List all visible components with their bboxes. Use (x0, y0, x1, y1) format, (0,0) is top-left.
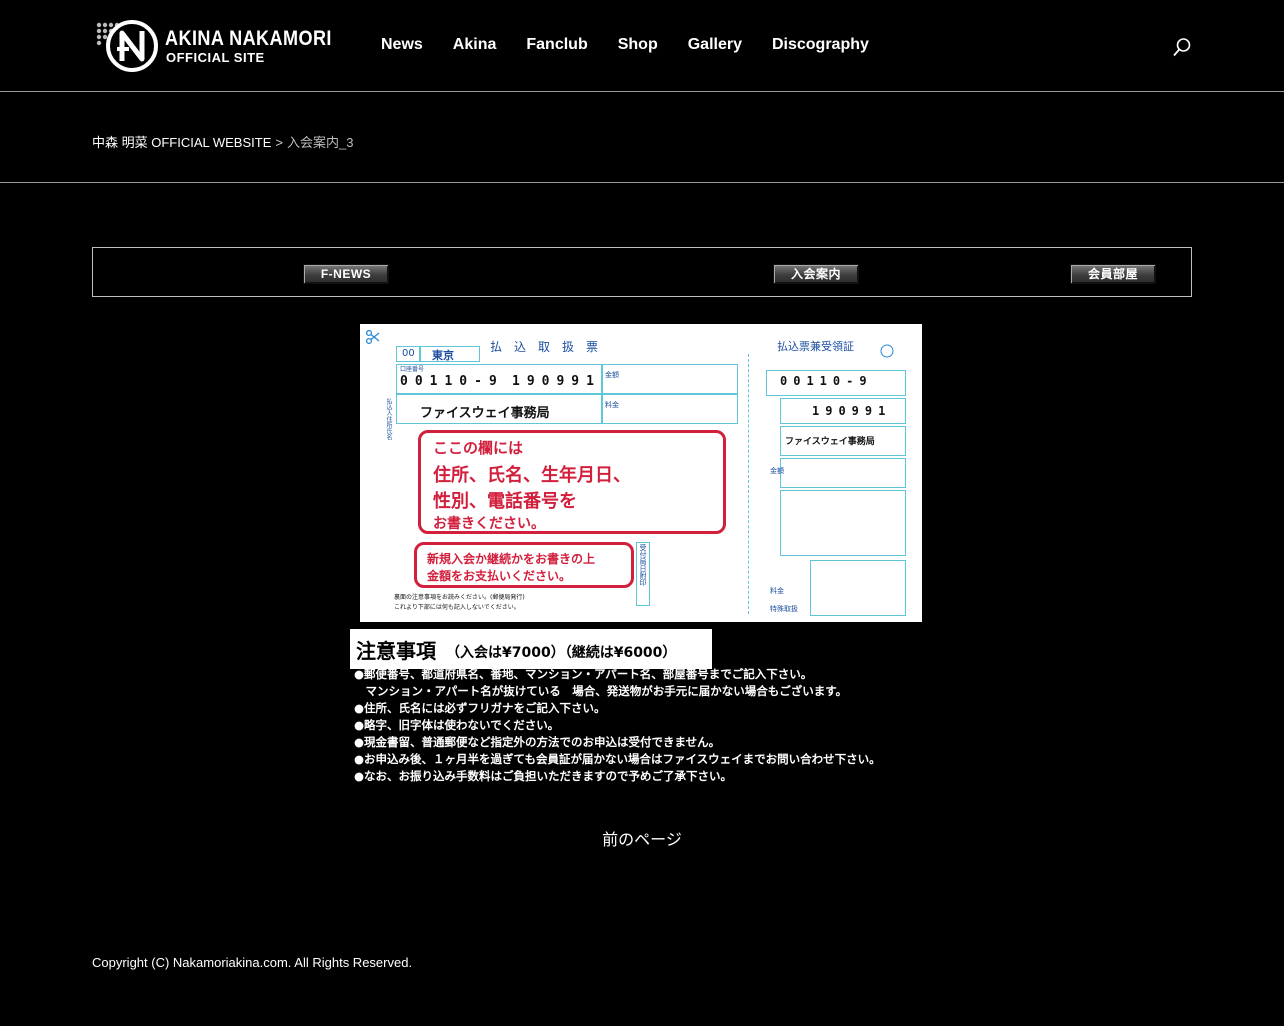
breadcrumb-bar: 中森 明菜 OFFICIAL WEBSITE > 入会案内_3 (0, 92, 1284, 183)
fee-label-receipt: 料金 (770, 587, 784, 595)
recipient-name-receipt: ファイスウェイ事務局 (785, 437, 875, 447)
note-item: ●なお、お振り込み手数料はご負担いただきますので予めご了承下さい。 (354, 769, 733, 783)
note-item: ●現金書留、普通郵便など指定外の方法でのお申込は受付できません。 (354, 735, 721, 749)
payment-slip: 払 込 取 扱 票 払込票兼受領証 00 東京 口座番号 00110-9 190… (360, 324, 922, 622)
logo-name: AKINA NAKAMORI (165, 27, 332, 50)
nav-news[interactable]: News (381, 36, 423, 54)
slip-receipt-title: 払込票兼受領証 (777, 340, 854, 353)
payment-slip-image: 払 込 取 扱 票 払込票兼受領証 00 東京 口座番号 00110-9 190… (350, 324, 924, 788)
nav-gallery[interactable]: Gallery (688, 36, 742, 54)
account-prefix-receipt: 00110-9 (780, 374, 873, 388)
instruction-box-address: ここの欄には 住所、氏名、生年月日、 性別、電話番号を お書きください。 (418, 430, 726, 534)
logo-subtitle: OFFICIAL SITE (166, 50, 265, 65)
notes-list: ●郵便番号、都道府県名、番地、マンション・アパート名、部屋番号までご記入下さい。… (354, 666, 924, 785)
received-date-label: 受付局日附印 (639, 544, 647, 586)
nav-fanclub[interactable]: Fanclub (526, 36, 587, 54)
fanclub-subnav: F-NEWS 入会案内 会員部屋 (92, 247, 1192, 297)
back-note-2: これより下部には何も記入しないでください。 (394, 604, 520, 611)
f-news-button[interactable]: F-NEWS (303, 264, 389, 284)
note-item: マンション・アパート名が抜けている 場合、発送物がお手元に届かない場合もございま… (354, 684, 848, 698)
breadcrumb-current: 入会案内_3 (286, 135, 354, 150)
account-number-receipt: 190991 (812, 404, 892, 418)
notes-header: 注意事項 （入会は¥7000）（継続は¥6000） (350, 629, 712, 669)
account-no-label: 口座番号 (400, 366, 425, 373)
amount-label: 金額 (605, 371, 619, 379)
slip-title: 払 込 取 扱 票 (490, 340, 599, 354)
nav-akina[interactable]: Akina (453, 36, 497, 54)
note-item: ●郵便番号、都道府県名、番地、マンション・アパート名、部屋番号までご記入下さい。 (354, 667, 813, 681)
amount-label-receipt: 金額 (770, 467, 784, 475)
member-room-button[interactable]: 会員部屋 (1070, 264, 1156, 284)
notes-title: 注意事項 (356, 639, 436, 663)
previous-page-link[interactable]: 前のページ (0, 826, 1284, 850)
account-prefix: 00110-9 (400, 374, 504, 389)
payer-label: 払込人住所氏名 (385, 398, 392, 440)
nav-shop[interactable]: Shop (618, 36, 658, 54)
note-item: ●お申込み後、１ヶ月半を過ぎても会員証が届かない場合はファイスウェイまでお問い合… (354, 752, 881, 766)
back-note-1: 裏面の注意事項をお読みください。(郵便局発行) (394, 594, 525, 601)
main-nav: News Akina Fanclub Shop Gallery Discogra… (381, 36, 869, 54)
slip-region: 東京 (432, 349, 454, 362)
account-number: 190991 (512, 374, 601, 389)
site-header: AKINA NAKAMORI OFFICIAL SITE News Akina … (0, 0, 1284, 92)
breadcrumb: 中森 明菜 OFFICIAL WEBSITE > 入会案内_3 (92, 132, 353, 151)
footer-copyright: Copyright (C) Nakamoriakina.com. All Rig… (92, 955, 413, 970)
nav-discography[interactable]: Discography (772, 36, 869, 54)
search-icon[interactable] (1172, 37, 1192, 57)
note-item: ●略字、旧字体は使わないでください。 (354, 718, 560, 732)
breadcrumb-home[interactable]: 中森 明菜 OFFICIAL WEBSITE (92, 135, 271, 150)
recipient-name: ファイスウェイ事務局 (420, 406, 550, 421)
notes-price: （入会は¥7000）（継続は¥6000） (446, 645, 677, 661)
instruction-box-amount: 新規入会か継続かをお書きの上 金額をお支払いください。 (414, 542, 634, 588)
fee-label: 料金 (605, 401, 619, 409)
note-item: ●住所、氏名には必ずフリガナをご記入下さい。 (354, 701, 606, 715)
breadcrumb-separator: > (275, 135, 283, 150)
stamp-circle-icon (880, 344, 894, 358)
special-label-receipt: 特殊取扱 (770, 605, 798, 613)
join-guide-button[interactable]: 入会案内 (773, 264, 859, 284)
site-logo[interactable]: AKINA NAKAMORI OFFICIAL SITE (95, 19, 347, 73)
scissors-icon (366, 330, 380, 344)
logo-mark-icon (96, 20, 158, 72)
